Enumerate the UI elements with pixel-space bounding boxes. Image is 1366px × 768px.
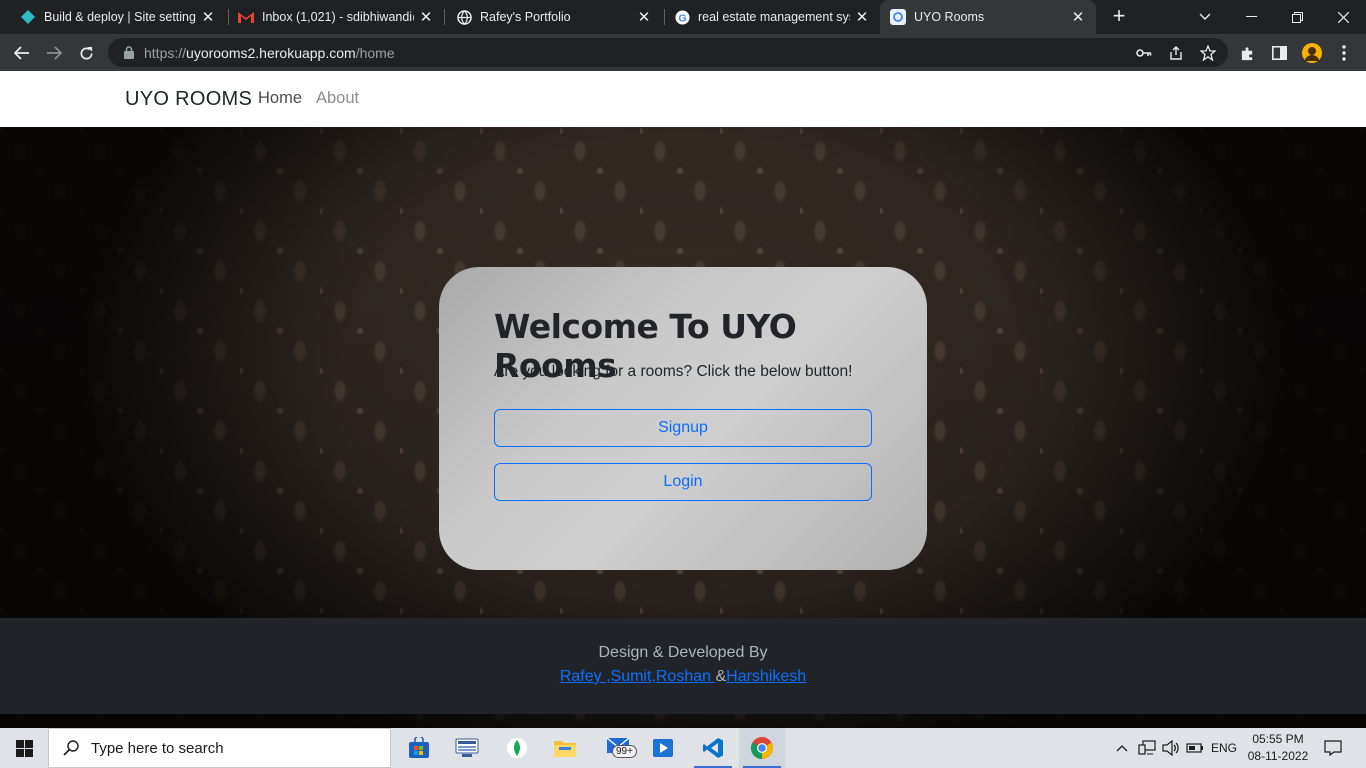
side-panel-icon[interactable] — [1265, 39, 1293, 67]
welcome-card: Welcome To UYO Rooms Are you looking for… — [439, 267, 927, 570]
browser-tab-strip: Build & deploy | Site settings ✕ Inbox (… — [0, 0, 1366, 34]
author-link-roshan[interactable]: ,Roshan — [651, 668, 715, 685]
language-indicator[interactable]: ENG — [1208, 728, 1240, 768]
microsoft-store-icon[interactable] — [396, 728, 442, 768]
close-tab-icon[interactable]: ✕ — [632, 8, 656, 26]
minimize-icon[interactable] — [1228, 0, 1274, 34]
share-icon[interactable] — [1167, 44, 1185, 62]
vscode-icon[interactable] — [690, 728, 736, 768]
restore-icon[interactable] — [1274, 0, 1320, 34]
author-link-rafey[interactable]: Rafey — [560, 668, 606, 685]
tab-title: Rafey's Portfolio — [480, 10, 571, 24]
site-brand-link[interactable]: UYO ROOMS — [125, 88, 252, 111]
welcome-subtext: Are you looking for a rooms? Click the b… — [494, 363, 853, 380]
globe-icon — [456, 9, 472, 25]
chrome-menu-icon[interactable] — [1330, 39, 1358, 67]
hero-wallpaper-background: Welcome To UYO Rooms Are you looking for… — [0, 127, 1366, 728]
media-player-icon[interactable] — [640, 728, 686, 768]
extensions-puzzle-icon[interactable] — [1233, 39, 1261, 67]
bookmark-star-icon[interactable] — [1199, 44, 1217, 62]
windows-taskbar: Type here to search 99+ ENG 05:55 PM 08-… — [0, 728, 1366, 768]
show-hidden-icons-chevron-icon[interactable] — [1112, 728, 1132, 768]
login-button[interactable]: Login — [494, 463, 872, 501]
profile-avatar[interactable] — [1298, 39, 1326, 67]
tab-title: Inbox (1,021) - sdibhiwandi@ — [262, 10, 414, 24]
close-tab-icon[interactable]: ✕ — [850, 8, 874, 26]
chrome-taskbar-icon[interactable] — [739, 728, 785, 768]
tab-title: real estate management syst — [698, 10, 850, 24]
mail-icon[interactable]: 99+ — [598, 728, 644, 768]
footer-authors: Rafey ,Sumit,Roshan &Harshikesh — [0, 668, 1366, 686]
google-icon: G — [674, 9, 690, 25]
browser-toolbar: https://uyorooms2.herokuapp.com/home — [0, 34, 1366, 71]
tab-search-chevron-icon[interactable] — [1182, 0, 1228, 34]
close-tab-icon[interactable]: ✕ — [196, 8, 220, 26]
tab-gmail[interactable]: Inbox (1,021) - sdibhiwandi@ ✕ — [218, 0, 444, 34]
taskbar-clock[interactable]: 05:55 PM 08-11-2022 — [1240, 731, 1316, 765]
site-favicon — [890, 9, 906, 25]
web-page: UYO ROOMS Home About Welcome To UYO Room… — [0, 71, 1366, 728]
tab-title: Build & deploy | Site settings — [44, 10, 196, 24]
search-placeholder: Type here to search — [91, 739, 224, 757]
netlify-diamond-icon — [20, 9, 36, 25]
reload-icon[interactable] — [72, 39, 100, 67]
nav-home-link[interactable]: Home — [258, 89, 302, 108]
site-navbar: UYO ROOMS Home About — [0, 71, 1366, 127]
site-footer: Design & Developed By Rafey ,Sumit,Rosha… — [0, 618, 1366, 714]
author-link-sumit[interactable]: ,Sumit — [606, 668, 651, 685]
search-icon — [63, 740, 79, 756]
lock-icon[interactable] — [122, 46, 136, 60]
tab-netlify[interactable]: Build & deploy | Site settings ✕ — [0, 0, 226, 34]
nav-about-link[interactable]: About — [316, 89, 359, 108]
battery-icon[interactable] — [1184, 728, 1206, 768]
key-icon[interactable] — [1135, 44, 1153, 62]
clock-date: 08-11-2022 — [1247, 749, 1309, 763]
svg-text:G: G — [678, 13, 686, 24]
network-tray-icon[interactable] — [1136, 728, 1158, 768]
close-tab-icon[interactable]: ✕ — [1066, 8, 1090, 26]
taskbar-search-box[interactable]: Type here to search — [48, 728, 391, 768]
tab-uyo-rooms[interactable]: UYO Rooms ✕ — [880, 0, 1096, 34]
close-tab-icon[interactable]: ✕ — [414, 8, 438, 26]
notification-center-icon[interactable] — [1320, 728, 1346, 768]
footer-credit-text: Design & Developed By — [598, 644, 768, 661]
volume-icon[interactable] — [1160, 728, 1182, 768]
url-text: https://uyorooms2.herokuapp.com/home — [144, 44, 395, 61]
author-link-harshikesh[interactable]: Harshikesh — [726, 668, 806, 685]
mongodb-compass-icon[interactable] — [494, 728, 540, 768]
tab-google-search[interactable]: G real estate management syst ✕ — [654, 0, 880, 34]
ampersand-text: & — [715, 668, 727, 685]
address-bar[interactable]: https://uyorooms2.herokuapp.com/home — [108, 38, 1228, 67]
file-explorer-icon[interactable] — [542, 728, 588, 768]
gmail-icon — [238, 9, 254, 25]
close-window-icon[interactable] — [1320, 0, 1366, 34]
windows-start-icon[interactable] — [0, 728, 48, 768]
new-tab-plus-icon[interactable]: + — [1108, 4, 1130, 30]
back-arrow-icon[interactable] — [8, 39, 36, 67]
clock-time: 05:55 PM — [1252, 732, 1304, 746]
mail-unread-badge: 99+ — [612, 745, 637, 758]
tab-title: UYO Rooms — [914, 10, 985, 24]
network-app-icon[interactable] — [444, 728, 490, 768]
signup-button[interactable]: Signup — [494, 409, 872, 447]
forward-arrow-icon[interactable] — [40, 39, 68, 67]
tab-portfolio[interactable]: Rafey's Portfolio ✕ — [436, 0, 662, 34]
